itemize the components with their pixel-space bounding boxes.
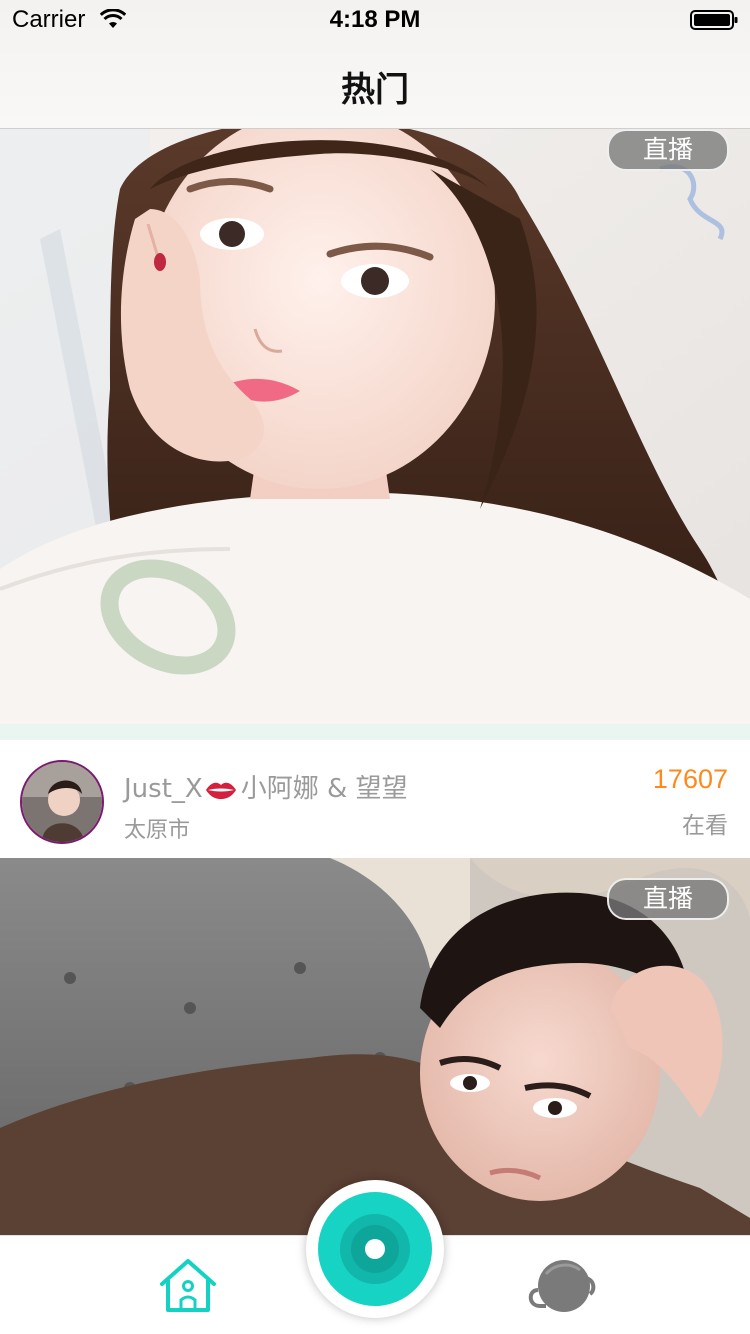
home-icon[interactable] [156,1256,220,1316]
start-live-button[interactable] [306,1180,444,1318]
status-bar: Carrier 4:18 PM [0,0,750,40]
screen: 热门 Carrier 4:18 PM 直播 Just_X 小阿娜 & 望望 太原… [0,0,750,1334]
card-separator [0,724,750,740]
anchor-info-row[interactable]: Just_X 小阿娜 & 望望 太原市 17607 在看 [0,740,750,858]
viewer-label: 在看 [682,813,728,839]
anchor-city: 太原市 [124,818,191,843]
battery-icon [690,10,738,30]
lips-icon [205,782,236,799]
anchor-name-part1: Just_X [124,774,203,804]
live-feed-list: 直播 Just_X 小阿娜 & 望望 太原市 17607 在看 直播 [0,129,750,1278]
avatar[interactable] [20,760,104,844]
live-badge: 直播 [607,878,729,920]
cover-photo-woman [0,129,750,724]
profile-icon[interactable] [526,1256,598,1318]
avatar-photo [22,762,102,842]
anchor-name: Just_X 小阿娜 & 望望 [124,768,408,805]
viewer-count: 17607 [652,764,728,794]
page-title: 热门 [341,70,409,110]
camera-record-icon [318,1192,432,1306]
live-badge: 直播 [607,129,729,171]
live-cover-image[interactable]: 直播 [0,129,750,724]
status-time: 4:18 PM [329,6,421,33]
anchor-name-part2: 小阿娜 & 望望 [240,774,408,804]
